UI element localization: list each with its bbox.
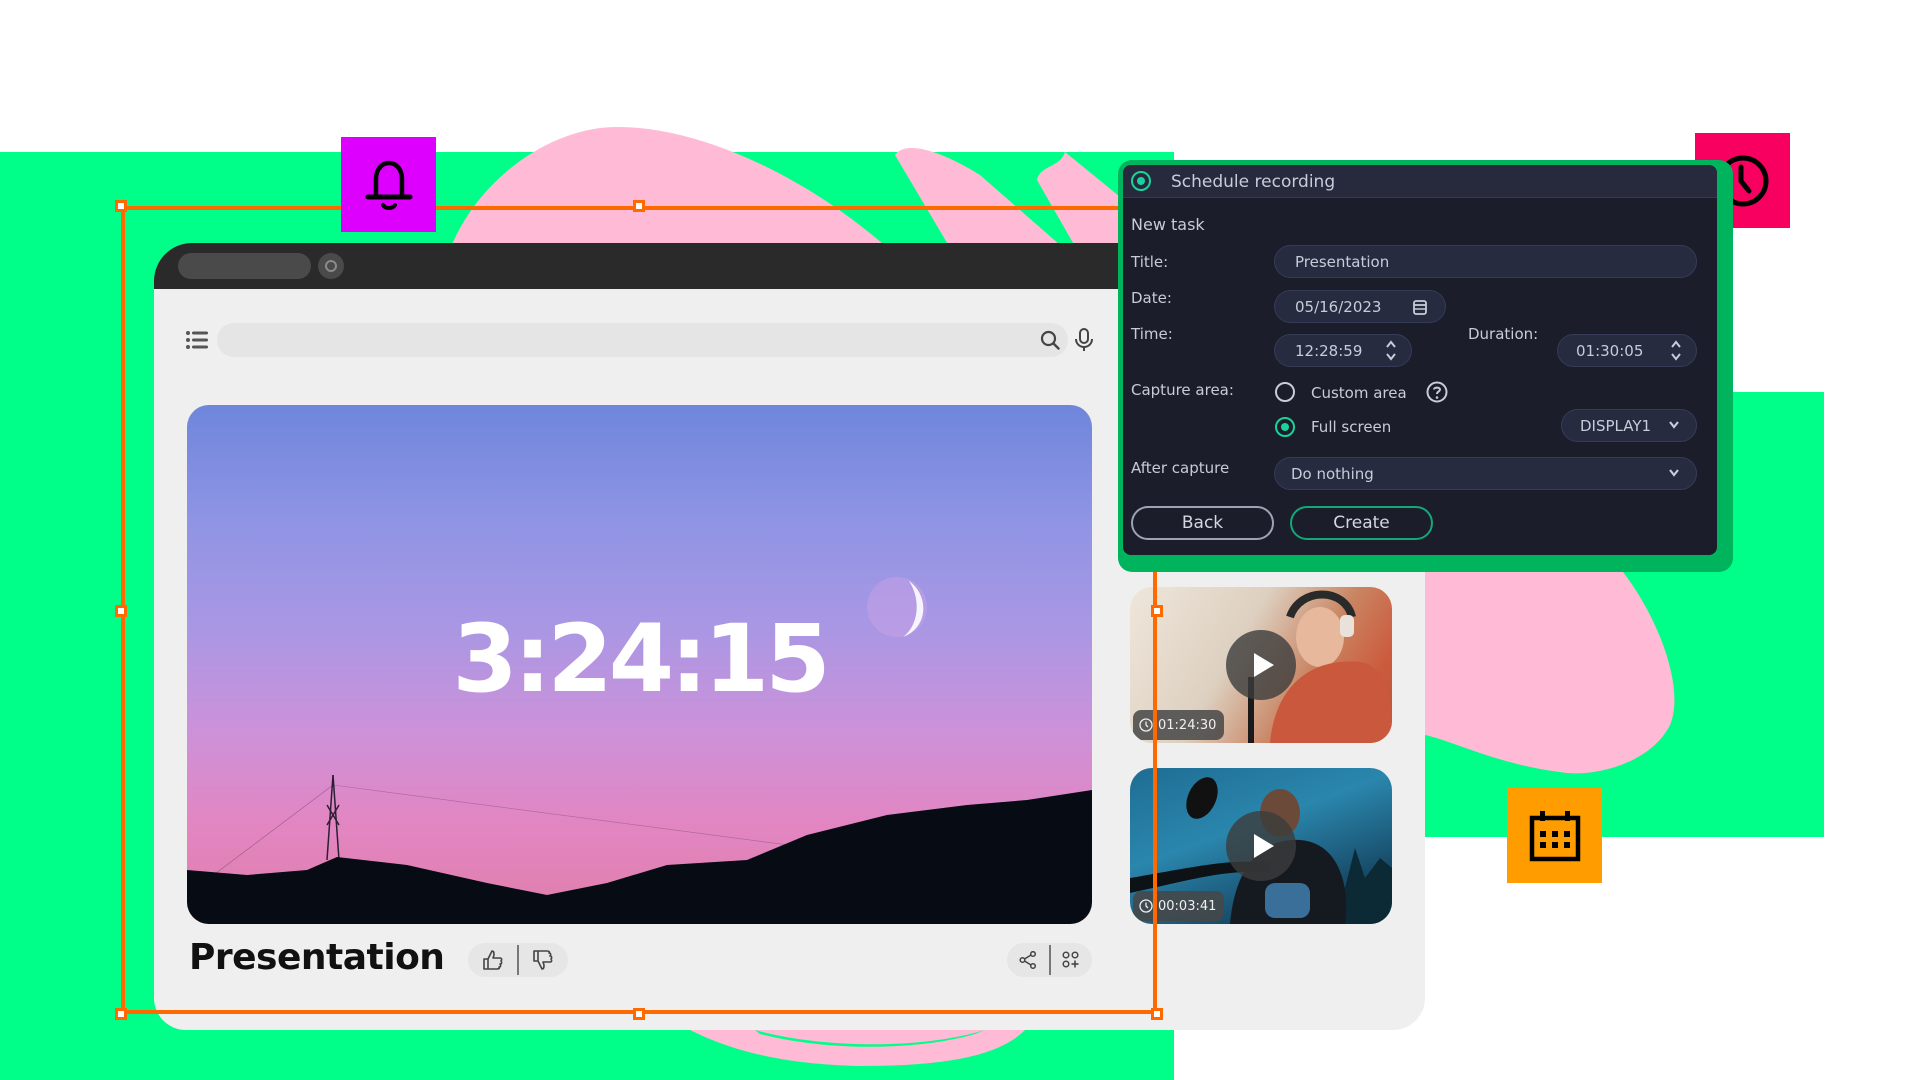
play-button[interactable] [1226,630,1296,700]
pink-blob-right [1425,572,1675,774]
calendar-icon [1529,810,1580,861]
create-button[interactable]: Create [1290,506,1433,540]
capture-area-label: Capture area: [1131,381,1234,399]
section-heading: New task [1131,215,1205,234]
bell-icon [365,160,412,210]
resize-handle-middle-right[interactable] [1151,605,1163,617]
chevron-down-icon [1669,469,1679,477]
resize-handle-bottom-left[interactable] [115,1008,127,1020]
calendar-picker-icon[interactable] [1413,299,1427,315]
video-thumbnail[interactable]: 01:24:30 [1130,587,1392,743]
time-stepper-icon[interactable] [1385,339,1397,363]
duration-value: 01:30:05 [1576,341,1644,360]
capture-selection-frame[interactable] [121,206,1157,1014]
display-value: DISPLAY1 [1580,416,1652,435]
display-select[interactable]: DISPLAY1 [1561,409,1697,442]
bell-badge [341,137,436,232]
date-label: Date: [1131,289,1172,307]
time-label: Time: [1131,325,1173,343]
dialog-title: Schedule recording [1171,172,1336,192]
dialog-titlebar: Schedule recording [1123,165,1717,198]
after-capture-label: After capture [1131,459,1230,477]
duration-text: 01:24:30 [1158,717,1217,733]
time-input[interactable]: 12:28:59 [1274,334,1412,367]
calendar-badge [1507,788,1602,883]
custom-area-label[interactable]: Custom area [1311,384,1407,402]
after-capture-value: Do nothing [1291,464,1374,483]
chevron-down-icon [1669,421,1679,429]
title-value: Presentation [1295,252,1390,271]
back-button[interactable]: Back [1131,506,1274,540]
recording-indicator-icon [1131,171,1151,191]
duration-text: 00:03:41 [1158,898,1217,914]
time-value: 12:28:59 [1295,341,1363,360]
title-input[interactable]: Presentation [1274,245,1697,278]
help-icon[interactable] [1426,381,1448,403]
resize-handle-top-middle[interactable] [633,200,645,212]
full-screen-radio[interactable] [1275,417,1295,437]
resize-handle-bottom-right[interactable] [1151,1008,1163,1020]
duration-input[interactable]: 01:30:05 [1557,334,1697,367]
full-screen-label[interactable]: Full screen [1311,418,1391,436]
custom-area-radio[interactable] [1275,382,1295,402]
resize-handle-middle-left[interactable] [115,605,127,617]
date-value: 05/16/2023 [1295,297,1382,316]
play-button[interactable] [1226,811,1296,881]
title-label: Title: [1131,253,1169,271]
date-input[interactable]: 05/16/2023 [1274,290,1446,323]
resize-handle-top-left[interactable] [115,200,127,212]
resize-handle-bottom-middle[interactable] [633,1008,645,1020]
duration-label: Duration: [1468,325,1539,343]
duration-stepper-icon[interactable] [1670,339,1682,363]
schedule-recording-dialog: Schedule recording New task Title: Prese… [1123,165,1717,555]
after-capture-select[interactable]: Do nothing [1274,457,1697,490]
video-thumbnail[interactable]: 00:03:41 [1130,768,1392,924]
